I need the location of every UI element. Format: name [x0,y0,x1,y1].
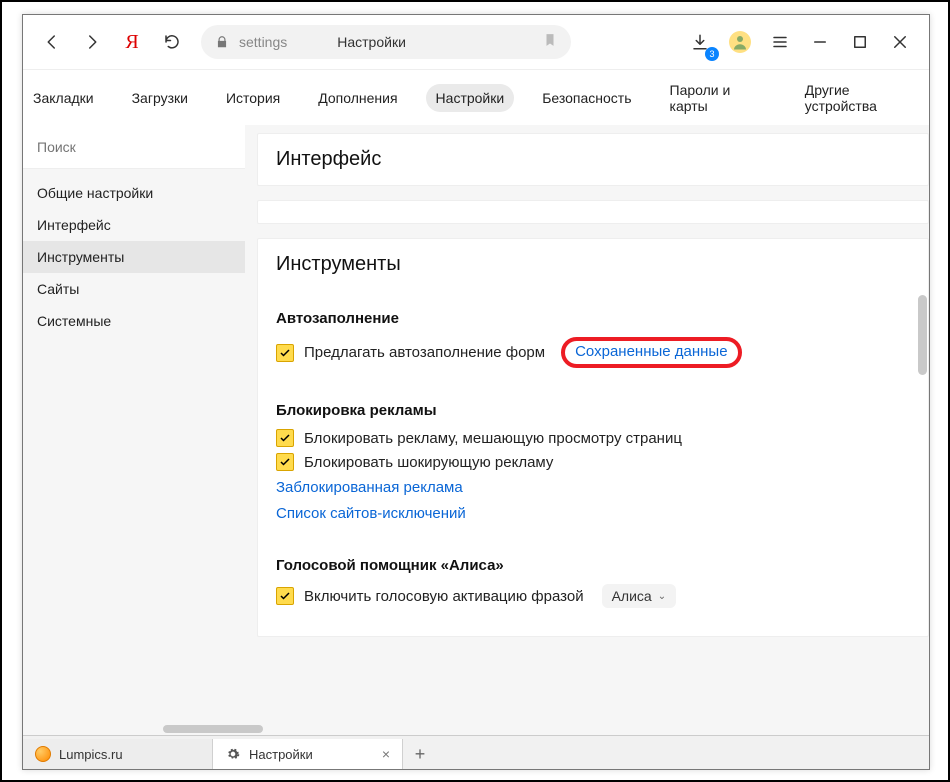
check-icon [279,590,291,602]
saved-data-link[interactable]: Сохраненные данные [575,343,727,360]
sidebar-item-interface[interactable]: Интерфейс [23,209,245,241]
adblock-annoying-label: Блокировать рекламу, мешающую просмотру … [304,430,682,447]
check-icon [279,456,291,468]
tab-strip: Lumpics.ru Настройки × + [23,735,929,769]
bookmark-icon[interactable] [543,33,557,52]
adblock-annoying-row: Блокировать рекламу, мешающую просмотру … [276,429,910,447]
settings-body: Общие настройки Интерфейс Инструменты Са… [23,125,929,735]
address-title: Настройки [337,34,406,50]
horizontal-scrollbar[interactable] [163,725,263,733]
tools-title: Инструменты [276,253,910,276]
topnav-extensions[interactable]: Дополнения [308,84,407,112]
alice-enable-label: Включить голосовую активацию фразой [304,588,584,605]
alice-phrase-dropdown[interactable]: Алиса ⌄ [602,584,677,608]
tab-lumpics[interactable]: Lumpics.ru [23,739,213,769]
lumpics-favicon [35,746,51,762]
address-scheme: settings [239,34,287,50]
arrow-right-icon [83,33,101,51]
blocked-ads-link[interactable]: Заблокированная реклама [276,479,463,496]
chevron-down-icon: ⌄ [658,591,666,602]
topnav-devices[interactable]: Другие устройства [795,76,929,120]
interface-title: Интерфейс [276,148,910,171]
topnav-history[interactable]: История [216,84,290,112]
alice-enable-row: Включить голосовую активацию фразой Алис… [276,584,910,608]
adblock-shocking-row: Блокировать шокирующую рекламу [276,453,910,471]
window-minimize-button[interactable] [803,25,837,59]
window-close-button[interactable] [883,25,917,59]
avatar-icon [729,31,751,53]
sidebar-item-system[interactable]: Системные [23,305,245,337]
autofill-heading: Автозаполнение [276,310,910,327]
downloads-button[interactable]: 3 [683,25,717,59]
new-tab-button[interactable]: + [403,739,437,769]
minimize-icon [811,33,829,51]
tab-label: Lumpics.ru [59,747,123,762]
adblock-annoying-checkbox[interactable] [276,429,294,447]
browser-toolbar: Я settings Настройки 3 [23,15,929,70]
lock-icon [215,35,229,49]
alice-heading: Голосовой помощник «Алиса» [276,557,910,574]
maximize-icon [851,33,869,51]
address-bar[interactable]: settings Настройки [201,25,571,59]
settings-top-nav: Закладки Загрузки История Дополнения Нас… [23,70,929,125]
window-maximize-button[interactable] [843,25,877,59]
adblock-shocking-checkbox[interactable] [276,453,294,471]
close-icon [891,33,909,51]
arrow-left-icon [43,33,61,51]
autofill-suggest-row: Предлагать автозаполнение форм Сохраненн… [276,337,910,368]
sidebar-item-tools[interactable]: Инструменты [23,241,245,273]
tab-settings[interactable]: Настройки × [213,739,403,769]
reload-icon [163,33,181,51]
alice-enable-checkbox[interactable] [276,587,294,605]
sidebar-item-sites[interactable]: Сайты [23,273,245,305]
topnav-bookmarks[interactable]: Закладки [23,84,104,112]
browser-window: Я settings Настройки 3 [22,14,930,770]
back-button[interactable] [35,25,69,59]
hamburger-icon [771,33,789,51]
menu-button[interactable] [763,25,797,59]
settings-search-input[interactable] [23,125,245,169]
alice-phrase-value: Алиса [612,588,652,604]
yandex-home-button[interactable]: Я [115,25,149,59]
vertical-scrollbar[interactable] [918,295,927,375]
topnav-downloads[interactable]: Загрузки [122,84,198,112]
gear-icon [225,746,241,762]
profile-button[interactable] [723,25,757,59]
autofill-suggest-label: Предлагать автозаполнение форм [304,344,545,361]
adblock-heading: Блокировка рекламы [276,402,910,419]
check-icon [279,432,291,444]
download-badge: 3 [705,47,719,61]
adblock-shocking-label: Блокировать шокирующую рекламу [304,454,553,471]
autofill-suggest-checkbox[interactable] [276,344,294,362]
exceptions-link[interactable]: Список сайтов-исключений [276,505,466,522]
section-interface-body-stub [257,200,929,224]
settings-content: Интерфейс Инструменты Автозаполнение Пре… [245,125,929,735]
section-interface-header: Интерфейс [257,133,929,186]
sidebar-item-general[interactable]: Общие настройки [23,177,245,209]
topnav-settings[interactable]: Настройки [426,84,515,112]
tab-close-button[interactable]: × [382,746,390,762]
check-icon [279,347,291,359]
reload-button[interactable] [155,25,189,59]
topnav-passwords[interactable]: Пароли и карты [660,76,777,120]
forward-button[interactable] [75,25,109,59]
section-tools: Инструменты Автозаполнение Предлагать ав… [257,238,929,637]
tab-label: Настройки [249,747,313,762]
saved-data-highlight: Сохраненные данные [561,337,741,368]
settings-sidebar: Общие настройки Интерфейс Инструменты Са… [23,125,245,735]
topnav-security[interactable]: Безопасность [532,84,641,112]
